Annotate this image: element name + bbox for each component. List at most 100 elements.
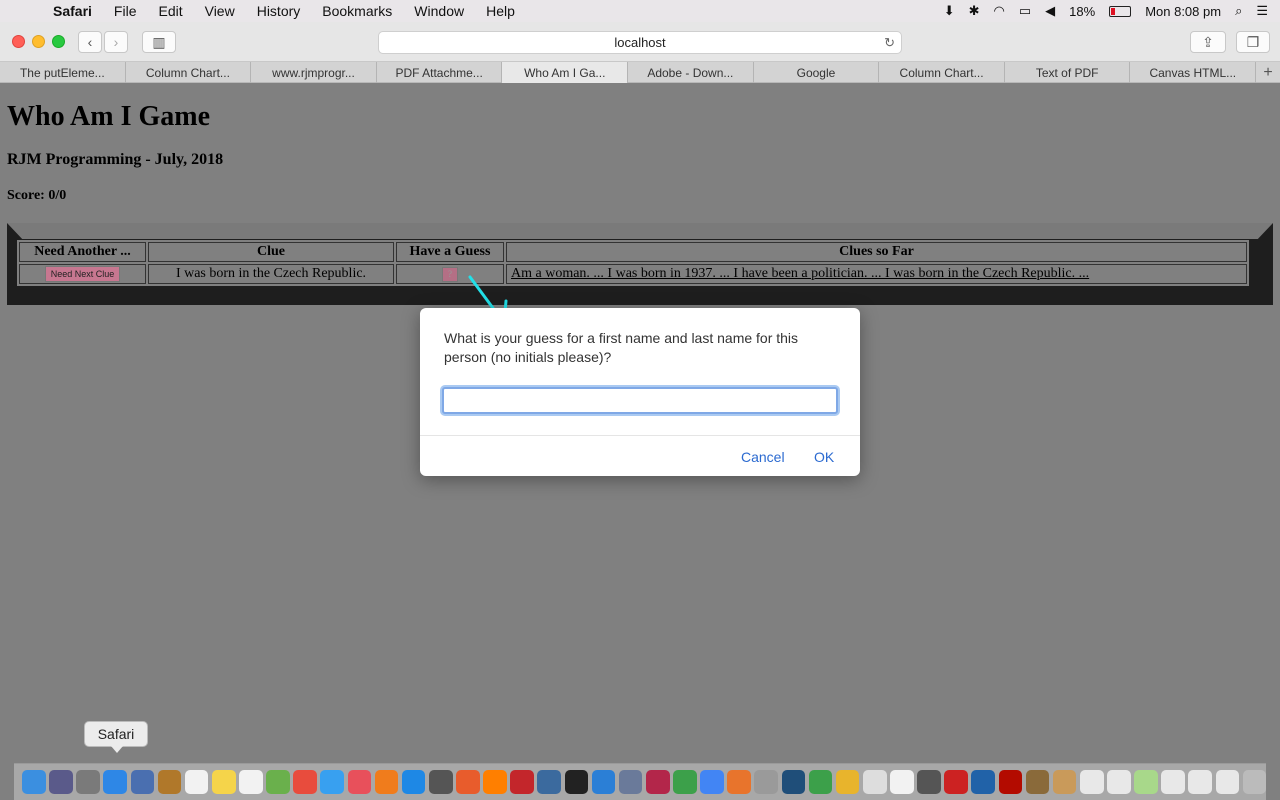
dock-app-icon[interactable] — [700, 770, 724, 794]
dock-app-icon[interactable] — [76, 770, 100, 794]
dock-app-icon[interactable] — [1025, 770, 1050, 794]
dock-app-icon[interactable] — [1052, 770, 1077, 794]
dock-app-icon[interactable] — [130, 770, 155, 794]
dock-app-icon[interactable] — [483, 770, 507, 794]
need-next-cell: Need Next Clue — [19, 264, 146, 284]
dock-app-icon[interactable] — [1188, 770, 1212, 794]
dock-app-icon[interactable] — [401, 770, 426, 794]
guess-prompt-dialog: What is your guess for a first name and … — [420, 308, 860, 476]
dock-app-icon[interactable] — [211, 770, 236, 794]
dock-app-icon[interactable] — [890, 770, 914, 794]
dock-app-icon[interactable] — [1215, 770, 1240, 794]
tab-column-chart-2[interactable]: Column Chart... — [879, 62, 1005, 83]
menu-help[interactable]: Help — [475, 3, 526, 19]
dock-app-icon[interactable] — [320, 770, 344, 794]
dock-app-icon[interactable] — [239, 770, 263, 794]
dock-app-icon[interactable] — [1242, 770, 1267, 794]
menu-history[interactable]: History — [246, 3, 312, 19]
menu-file[interactable]: File — [103, 3, 148, 19]
dock-app-icon[interactable] — [510, 770, 534, 794]
download-status-icon[interactable]: ⬇ — [944, 3, 955, 19]
tab-rjmprogr[interactable]: www.rjmprogr... — [251, 62, 377, 83]
notification-center-icon[interactable]: ☰ — [1256, 3, 1268, 19]
dock-app-icon[interactable] — [293, 770, 317, 794]
sidebar-icon: ▥ — [152, 33, 166, 50]
menu-app-safari[interactable]: Safari — [42, 3, 103, 19]
dock-app-icon[interactable] — [727, 770, 751, 794]
dock-app-icon[interactable] — [917, 770, 941, 794]
dock-app-icon[interactable] — [862, 770, 887, 794]
menu-edit[interactable]: Edit — [147, 3, 193, 19]
cancel-button[interactable]: Cancel — [741, 449, 785, 465]
guess-input[interactable] — [442, 387, 838, 414]
dock-app-icon[interactable] — [781, 770, 806, 794]
zoom-window-button[interactable] — [52, 35, 65, 48]
dock-app-icon[interactable] — [103, 770, 127, 794]
dock-app-icon[interactable] — [971, 770, 995, 794]
minimize-window-button[interactable] — [32, 35, 45, 48]
sidebar-toggle-button[interactable]: ▥ — [142, 31, 176, 53]
tab-bar: The putEleme... Column Chart... www.rjmp… — [0, 62, 1280, 83]
dock-app-icon[interactable] — [184, 770, 209, 794]
battery-percent[interactable]: 18% — [1069, 4, 1095, 19]
dock-app-icon[interactable] — [645, 770, 670, 794]
tab-overview-button[interactable]: ❐ — [1236, 31, 1270, 53]
dock-app-icon[interactable] — [374, 770, 399, 794]
dock-app-icon[interactable] — [673, 770, 697, 794]
dock-app-icon[interactable] — [49, 770, 73, 794]
wifi-icon[interactable]: ◠ — [994, 3, 1005, 19]
volume-icon[interactable]: ◀ — [1045, 3, 1055, 19]
header-clues-so-far: Clues so Far — [506, 242, 1247, 262]
dock-app-icon[interactable] — [266, 770, 290, 794]
menubar-clock[interactable]: Mon 8:08 pm — [1145, 4, 1221, 19]
dock — [14, 763, 1267, 800]
extension-icon[interactable]: ✱ — [969, 3, 980, 19]
share-button[interactable]: ⇪ — [1190, 31, 1226, 53]
dock-app-icon[interactable] — [1134, 770, 1158, 794]
have-a-guess-button[interactable]: ? — [442, 267, 458, 282]
tab-who-am-i-game[interactable]: Who Am I Ga... — [502, 62, 629, 83]
dock-app-icon[interactable] — [564, 770, 589, 794]
new-tab-button[interactable]: + — [1256, 62, 1280, 83]
tab-google[interactable]: Google — [754, 62, 880, 83]
dock-app-icon[interactable] — [754, 770, 778, 794]
dock-app-icon[interactable] — [157, 770, 182, 794]
forward-button[interactable]: › — [104, 31, 128, 53]
dock-app-icon[interactable] — [1161, 770, 1185, 794]
dock-app-icon[interactable] — [591, 770, 616, 794]
dock-app-icon[interactable] — [1079, 770, 1104, 794]
need-next-clue-button[interactable]: Need Next Clue — [44, 266, 121, 282]
menu-view[interactable]: View — [194, 3, 246, 19]
ok-button[interactable]: OK — [814, 449, 834, 465]
address-bar[interactable]: localhost ↻ — [378, 31, 902, 54]
tab-column-chart-1[interactable]: Column Chart... — [126, 62, 252, 83]
close-window-button[interactable] — [12, 35, 25, 48]
tab-text-of-pdf[interactable]: Text of PDF — [1005, 62, 1131, 83]
dock-app-icon[interactable] — [456, 770, 480, 794]
address-text: localhost — [614, 35, 666, 50]
dock-app-icon[interactable] — [944, 770, 968, 794]
dock-app-icon[interactable] — [1107, 770, 1131, 794]
tab-pdf-attachme[interactable]: PDF Attachme... — [377, 62, 503, 83]
spotlight-search-icon[interactable]: ⌕ — [1235, 3, 1242, 19]
menu-window[interactable]: Window — [403, 3, 475, 19]
airplay-icon[interactable]: ▭ — [1019, 3, 1031, 19]
tab-puteleme[interactable]: The putEleme... — [0, 62, 126, 83]
reload-icon[interactable]: ↻ — [884, 35, 895, 51]
battery-icon[interactable] — [1109, 5, 1132, 17]
dock-app-icon[interactable] — [537, 770, 561, 794]
dock-app-icon[interactable] — [618, 770, 643, 794]
dock-app-icon[interactable] — [428, 770, 453, 794]
game-table: Need Another ... Clue Have a Guess Clues… — [17, 240, 1249, 286]
clues-so-far-link[interactable]: Am a woman. ... I was born in 1937. ... … — [506, 264, 1247, 284]
dock-app-icon[interactable] — [835, 770, 860, 794]
dock-app-icon[interactable] — [808, 770, 833, 794]
menu-bookmarks[interactable]: Bookmarks — [311, 3, 403, 19]
dock-app-icon[interactable] — [998, 770, 1023, 794]
dock-app-icon[interactable] — [22, 770, 46, 794]
tab-canvas-html[interactable]: Canvas HTML... — [1130, 62, 1257, 83]
back-button[interactable]: ‹ — [78, 31, 102, 53]
dock-app-icon[interactable] — [347, 770, 372, 794]
tab-adobe-down[interactable]: Adobe - Down... — [628, 62, 754, 83]
current-clue: I was born in the Czech Republic. — [148, 264, 394, 284]
